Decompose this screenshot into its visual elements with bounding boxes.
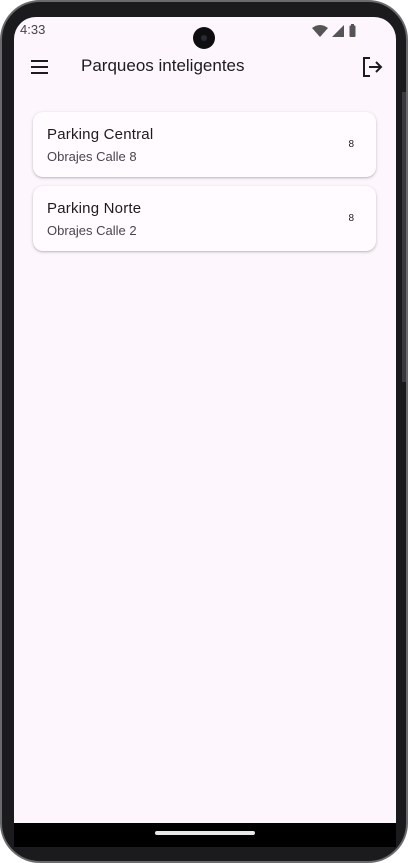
system-nav-bar [14, 823, 396, 847]
app-bar: Parqueos inteligentes [14, 43, 396, 91]
parking-count: 8 [348, 213, 354, 224]
status-time: 4:33 [20, 22, 46, 37]
menu-button[interactable] [26, 53, 54, 81]
logout-button[interactable] [358, 53, 386, 81]
page-title: Parqueos inteligentes [81, 56, 245, 75]
phone-frame: 4:33 Parqueos inteligentes Parking Centr… [0, 0, 408, 863]
parking-card[interactable]: Parking Norte Obrajes Calle 2 8 [33, 186, 376, 251]
battery-icon [349, 24, 356, 37]
side-button [402, 92, 406, 382]
parking-card[interactable]: Parking Central Obrajes Calle 8 8 [33, 112, 376, 177]
wifi-icon [312, 25, 328, 37]
parking-name: Parking Norte [47, 200, 142, 217]
status-bar: 4:33 [14, 17, 396, 49]
home-gesture-handle[interactable] [155, 831, 255, 835]
logout-icon [363, 57, 383, 77]
parking-address: Obrajes Calle 8 [47, 149, 137, 164]
app-screen: 4:33 Parqueos inteligentes Parking Centr… [14, 17, 396, 823]
status-icons [312, 24, 356, 37]
parking-count: 8 [348, 139, 354, 150]
parking-list: Parking Central Obrajes Calle 8 8 Parkin… [33, 112, 376, 260]
parking-name: Parking Central [47, 126, 154, 143]
menu-icon [31, 60, 48, 74]
cellular-signal-icon [332, 25, 344, 37]
parking-address: Obrajes Calle 2 [47, 223, 137, 238]
